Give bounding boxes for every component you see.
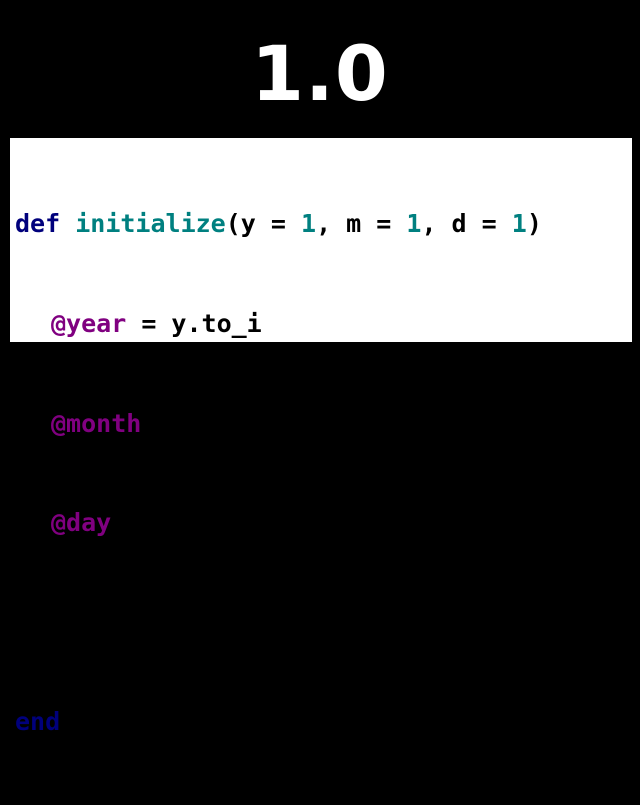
param-m: , m = (316, 209, 407, 239)
default-m-value: 1 (406, 209, 422, 239)
code-line-end: end (15, 705, 542, 738)
keyword-end: end (15, 707, 61, 737)
code-block: def initialize(y = 1, m = 1, d = 1) @yea… (10, 138, 632, 736)
assign-month: = m.to_i (141, 408, 277, 438)
open-paren: ( (225, 209, 241, 239)
default-y-value: 1 (301, 209, 317, 239)
code-line-day: @day = d.to_i (15, 506, 542, 539)
assign-day: = d.to_i (111, 508, 247, 538)
call-check-date: _check_date (51, 607, 217, 637)
assign-year: = y.to_i (126, 309, 262, 338)
code-line-def: def initialize(y = 1, m = 1, d = 1) (15, 207, 542, 240)
default-d-value: 1 (511, 209, 527, 239)
param-d: , d = (421, 209, 512, 239)
code-line-month: @month = m.to_i (15, 407, 542, 440)
code-line-check-date: _check_date (15, 606, 542, 639)
param-y: y = (240, 209, 302, 239)
close-paren: ) (526, 209, 542, 239)
code-lines: def initialize(y = 1, m = 1, d = 1) @yea… (15, 141, 542, 805)
ivar-day: @day (51, 508, 112, 538)
ivar-month: @month (51, 408, 142, 438)
ivar-year: @year (51, 309, 127, 338)
keyword-def: def (15, 209, 61, 239)
code-line-year: @year = y.to_i (15, 307, 542, 340)
slide-title: 1.0 (251, 29, 389, 118)
method-name: initialize (75, 209, 226, 239)
